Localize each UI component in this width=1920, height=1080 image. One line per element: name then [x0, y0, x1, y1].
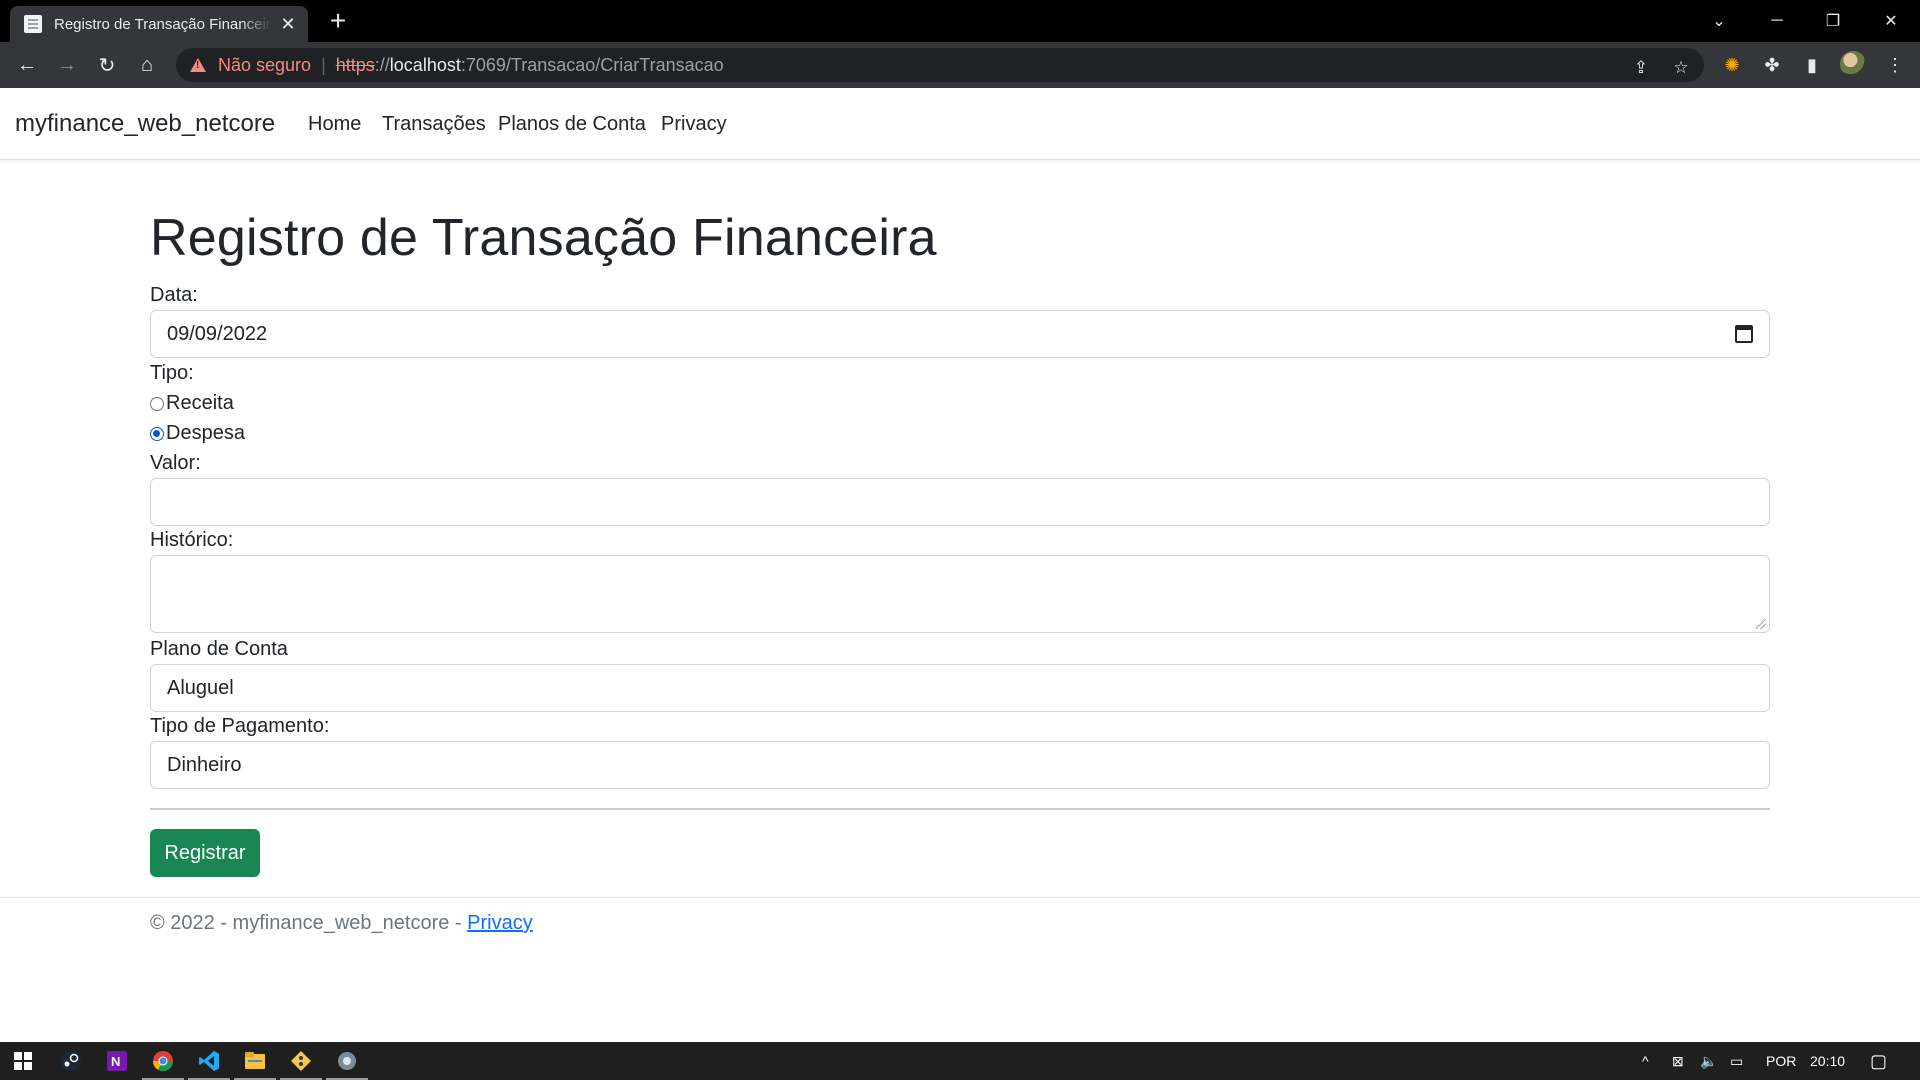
date-input[interactable]: 09/09/2022	[150, 310, 1770, 358]
pagamento-label: Tipo de Pagamento:	[150, 715, 330, 737]
tipo-pagamento-select[interactable]: Dinheiro	[150, 741, 1770, 789]
restore-button[interactable]: ❐	[1804, 0, 1862, 42]
site-brand[interactable]: myfinance_web_netcore	[15, 110, 275, 138]
calendar-icon[interactable]	[1735, 325, 1753, 343]
tipo-label: Tipo:	[150, 362, 194, 384]
page-favicon-icon	[24, 15, 42, 33]
historico-label: Histórico:	[150, 529, 234, 551]
registrar-button[interactable]: Registrar	[150, 829, 260, 877]
omnibox-divider: |	[321, 54, 326, 75]
url-separator: ://	[374, 54, 390, 75]
radio-option-receita[interactable]: Receita	[150, 392, 234, 415]
tab-search-icon[interactable]: ⌄	[1690, 0, 1748, 42]
radio-receita[interactable]	[150, 396, 164, 411]
radio-receita-label[interactable]: Receita	[166, 392, 234, 415]
url-path: :7069/Transacao/CriarTransacao	[460, 54, 724, 75]
extensions-puzzle-icon[interactable]: ✤	[1757, 50, 1787, 80]
page-title: Registro de Transação Financeira	[150, 209, 937, 267]
site-navbar: myfinance_web_netcore Home Transações Pl…	[0, 88, 1920, 160]
footer-copyright: © 2022 - myfinance_web_netcore -	[150, 912, 468, 934]
security-label[interactable]: Não seguro	[218, 55, 311, 76]
steam-icon[interactable]	[48, 1042, 94, 1080]
profile-avatar[interactable]	[1840, 51, 1866, 77]
volume-icon[interactable]: 🔈	[1700, 1042, 1717, 1080]
plano-selected-value: Aluguel	[167, 676, 234, 699]
vscode-icon[interactable]	[186, 1042, 232, 1080]
extension-icon[interactable]: ✺	[1717, 50, 1747, 80]
reload-icon[interactable]: ↻	[92, 50, 122, 80]
chrome-icon[interactable]	[140, 1042, 186, 1080]
bookmark-star-icon[interactable]: ☆	[1670, 57, 1692, 79]
display-icon[interactable]: ▭	[1730, 1042, 1743, 1080]
git-client-icon[interactable]	[278, 1042, 324, 1080]
pagamento-selected-value: Dinheiro	[167, 753, 242, 776]
notifications-icon[interactable]: ▢	[1870, 1042, 1887, 1080]
plano-label: Plano de Conta	[150, 638, 288, 660]
form-divider	[150, 808, 1770, 810]
resize-handle-icon[interactable]	[1756, 619, 1766, 629]
home-icon[interactable]: ⌂	[132, 50, 162, 80]
tab-title: Registro de Transação Financeira	[54, 15, 272, 33]
close-icon[interactable]: ✕	[278, 14, 298, 35]
web-page: myfinance_web_netcore Home Transações Pl…	[0, 88, 1920, 1042]
radio-despesa-label[interactable]: Despesa	[166, 422, 245, 445]
network-icon[interactable]: ⊠	[1672, 1042, 1684, 1080]
back-arrow-icon[interactable]: ←	[12, 50, 42, 80]
language-indicator[interactable]: POR	[1766, 1042, 1796, 1080]
forward-arrow-icon[interactable]: →	[52, 50, 82, 80]
minimize-button[interactable]: ─	[1748, 0, 1806, 42]
side-panel-icon[interactable]: ▮	[1797, 50, 1827, 80]
footer-privacy-link[interactable]: Privacy	[467, 912, 533, 934]
nav-link-transacoes[interactable]: Transações	[382, 113, 486, 136]
nav-link-planos-de-conta[interactable]: Planos de Conta	[498, 113, 646, 136]
url-host: localhost	[389, 54, 461, 75]
url-protocol: https	[335, 54, 375, 75]
address-bar[interactable]: Não seguro | https :// localhost :7069/T…	[176, 48, 1704, 82]
historico-textarea[interactable]	[150, 555, 1770, 633]
windows-start-icon[interactable]	[0, 1042, 46, 1080]
onenote-icon[interactable]: N	[94, 1042, 140, 1080]
valor-input[interactable]	[150, 478, 1770, 526]
clock[interactable]: 20:10	[1810, 1042, 1845, 1080]
close-window-button[interactable]: ✕	[1862, 0, 1920, 42]
tray-chevron-icon[interactable]: ^	[1642, 1042, 1649, 1080]
share-icon[interactable]: ⇪	[1630, 57, 1652, 79]
date-value: 09/09/2022	[167, 322, 268, 345]
site-footer: © 2022 - myfinance_web_netcore - Privacy	[0, 897, 1920, 954]
windows-taskbar: N ^ ⊠ 🔈 ▭ POR 20:10 ▢	[0, 1042, 1920, 1080]
browser-titlebar: Registro de Transação Financeira ✕ + ⌄ ─…	[0, 0, 1920, 42]
menu-kebab-icon[interactable]: ⋮	[1880, 50, 1910, 80]
footer-text: © 2022 - myfinance_web_netcore - Privacy	[150, 912, 533, 935]
plano-de-conta-select[interactable]: Aluguel	[150, 664, 1770, 712]
nav-link-home[interactable]: Home	[308, 113, 361, 136]
svg-text:N: N	[111, 1054, 120, 1069]
radio-despesa[interactable]	[150, 426, 164, 441]
browser-tab[interactable]: Registro de Transação Financeira ✕	[10, 6, 308, 42]
warning-icon[interactable]	[190, 58, 206, 72]
browser-toolbar: ← → ↻ ⌂ Não seguro | https :// localhost…	[0, 42, 1920, 88]
new-tab-button[interactable]: +	[322, 6, 354, 38]
radio-option-despesa[interactable]: Despesa	[150, 422, 245, 445]
file-explorer-icon[interactable]	[232, 1042, 278, 1080]
valor-label: Valor:	[150, 452, 201, 474]
nav-link-privacy[interactable]: Privacy	[661, 113, 727, 136]
app-icon[interactable]	[324, 1042, 370, 1080]
data-label: Data:	[150, 284, 198, 306]
